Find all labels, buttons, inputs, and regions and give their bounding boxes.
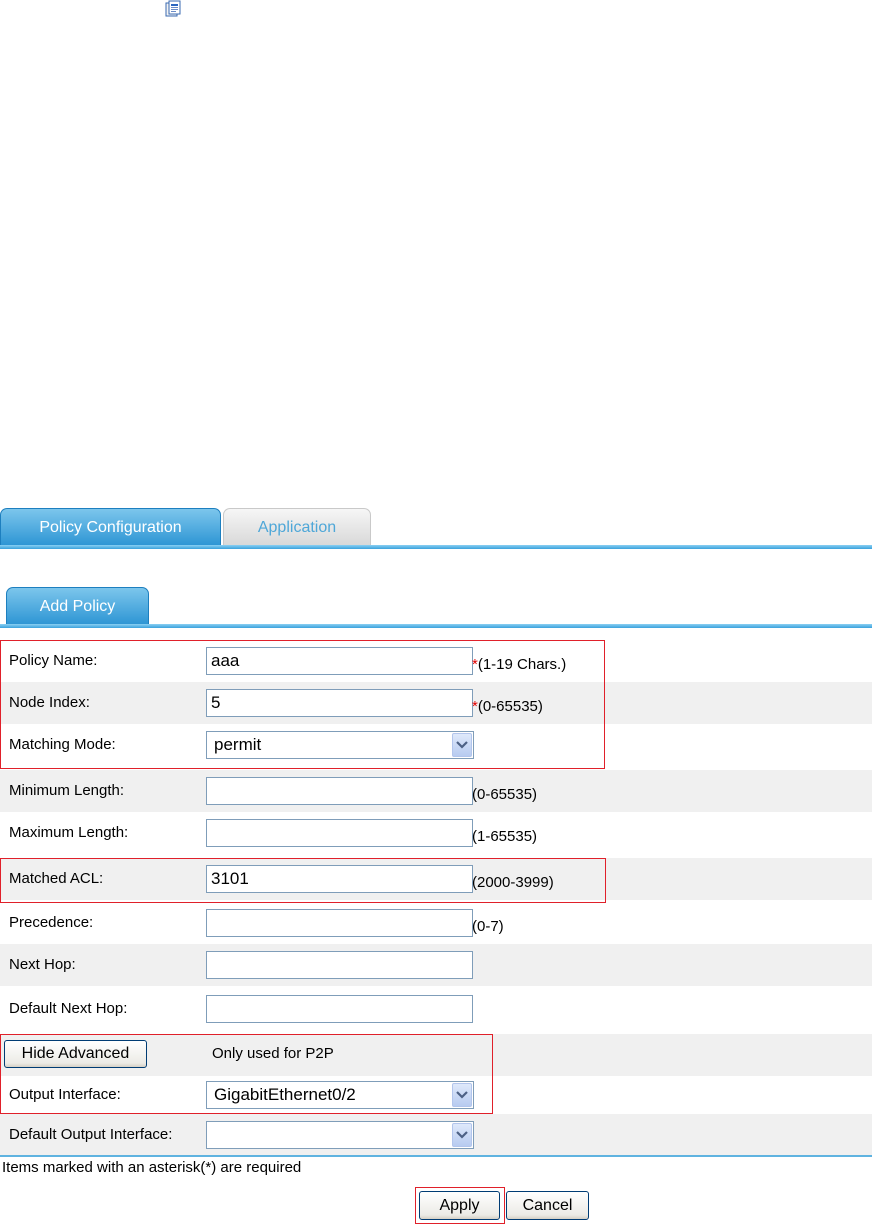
maximum-length-label: Maximum Length: (9, 824, 129, 841)
precedence-label: Precedence: (9, 914, 94, 931)
form-bottom-divider (0, 1155, 872, 1157)
maximum-length-row: Maximum Length: (1-65535) (0, 812, 872, 854)
apply-button[interactable]: Apply (419, 1191, 500, 1220)
matching-mode-row: Matching Mode: permit (0, 724, 872, 766)
subtab-underline (0, 624, 872, 628)
advanced-row: Hide Advanced Only used for P2P (0, 1034, 872, 1076)
matched-acl-label: Matched ACL: (9, 870, 104, 887)
required-footnote: Items marked with an asterisk(*) are req… (2, 1159, 302, 1176)
default-output-interface-label: Default Output Interface: (9, 1126, 173, 1143)
tab-label: Add Policy (39, 598, 116, 615)
matched-acl-input[interactable] (206, 865, 473, 893)
node-index-label: Node Index: (9, 694, 90, 711)
tab-underline (0, 545, 872, 549)
p2p-note: Only used for P2P (212, 1045, 334, 1062)
output-interface-select[interactable]: GigabitEthernet0/2 (206, 1081, 474, 1109)
next-hop-input[interactable] (206, 951, 473, 979)
maximum-length-hint: (1-65535) (472, 828, 538, 845)
cancel-button[interactable]: Cancel (506, 1191, 589, 1220)
node-index-hint: *(0-65535) (472, 694, 543, 720)
output-interface-label: Output Interface: (9, 1086, 121, 1103)
policy-name-row: Policy Name: *(1-19 Chars.) (0, 640, 872, 682)
policy-name-label: Policy Name: (9, 652, 98, 669)
chevron-down-icon[interactable] (452, 1083, 472, 1107)
minimum-length-label: Minimum Length: (9, 782, 125, 799)
default-next-hop-row: Default Next Hop: (0, 988, 872, 1030)
tab-application[interactable]: Application (223, 508, 371, 547)
tab-add-policy[interactable]: Add Policy (6, 587, 149, 626)
document-properties-icon (165, 0, 181, 17)
next-hop-label: Next Hop: (9, 956, 76, 973)
matching-mode-select[interactable]: permit (206, 731, 474, 759)
minimum-length-hint: (0-65535) (472, 786, 538, 803)
default-next-hop-label: Default Next Hop: (9, 1000, 128, 1017)
next-hop-row: Next Hop: (0, 944, 872, 986)
policy-name-hint: *(1-19 Chars.) (472, 652, 566, 678)
tab-label: Application (257, 519, 337, 536)
precedence-input[interactable] (206, 909, 473, 937)
hint-text: (0-65535) (477, 698, 543, 715)
matched-acl-row: Matched ACL: (2000-3999) (0, 858, 872, 900)
policy-name-input[interactable] (206, 647, 473, 675)
chevron-down-icon[interactable] (452, 1123, 472, 1147)
chevron-down-icon[interactable] (452, 733, 472, 757)
matching-mode-label: Matching Mode: (9, 736, 116, 753)
minimum-length-input[interactable] (206, 777, 473, 805)
hide-advanced-button[interactable]: Hide Advanced (4, 1040, 147, 1068)
node-index-input[interactable] (206, 689, 473, 717)
select-value: permit (214, 735, 262, 754)
precedence-row: Precedence: (0-7) (0, 902, 872, 944)
hint-text: (1-19 Chars.) (477, 656, 567, 673)
minimum-length-row: Minimum Length: (0-65535) (0, 770, 872, 812)
output-interface-row: Output Interface: GigabitEthernet0/2 (0, 1074, 872, 1116)
default-next-hop-input[interactable] (206, 995, 473, 1023)
tab-policy-configuration[interactable]: Policy Configuration (0, 508, 221, 547)
node-index-row: Node Index: *(0-65535) (0, 682, 872, 724)
select-value: GigabitEthernet0/2 (214, 1085, 356, 1104)
precedence-hint: (0-7) (472, 918, 504, 935)
default-output-interface-select[interactable] (206, 1121, 474, 1149)
maximum-length-input[interactable] (206, 819, 473, 847)
default-output-interface-row: Default Output Interface: (0, 1114, 872, 1156)
matched-acl-hint: (2000-3999) (472, 874, 554, 891)
tab-label: Policy Configuration (39, 519, 182, 536)
